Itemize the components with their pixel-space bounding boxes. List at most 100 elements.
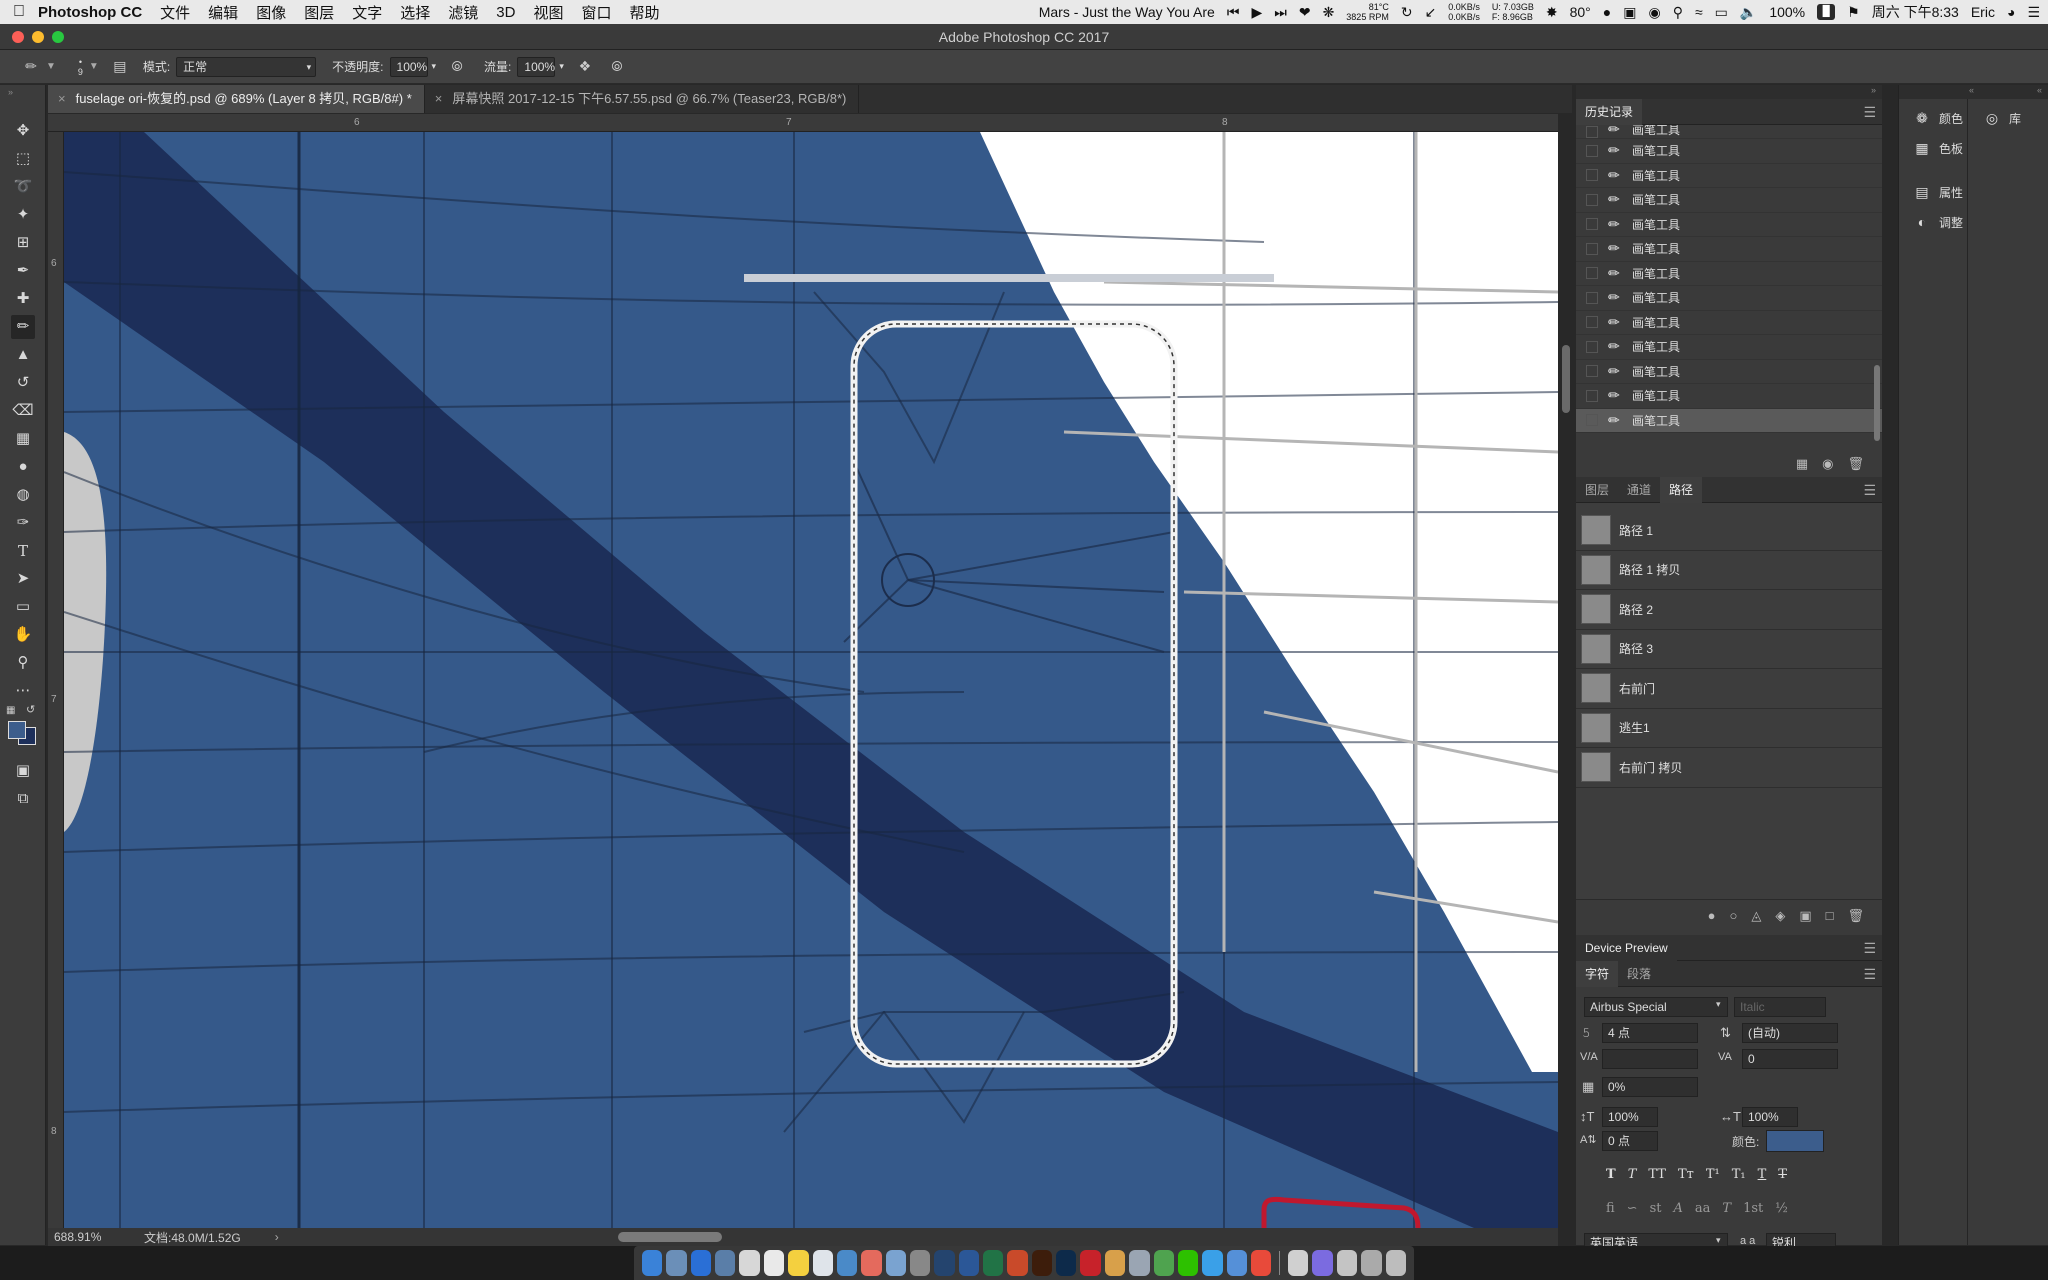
- sync-icon[interactable]: ↻: [1401, 4, 1413, 21]
- path-item[interactable]: 右前门 拷贝: [1576, 748, 1882, 788]
- notes-icon[interactable]: [788, 1250, 809, 1276]
- healing-tool-icon[interactable]: ✚: [11, 287, 35, 311]
- downloads-stack-icon[interactable]: [1288, 1250, 1309, 1276]
- stroke-path-icon[interactable]: ○: [1729, 908, 1737, 923]
- quick-mask-icon[interactable]: ▣: [11, 759, 35, 783]
- strikethrough-button[interactable]: T: [1778, 1167, 1787, 1182]
- menu-image[interactable]: 图像: [256, 2, 286, 23]
- leading-input[interactable]: (自动): [1742, 1023, 1838, 1043]
- half-fraction-button[interactable]: ½: [1775, 1201, 1788, 1216]
- menu-filter[interactable]: 滤镜: [448, 2, 478, 23]
- library-collapse-icon[interactable]: «: [2037, 85, 2042, 95]
- move-tool-icon[interactable]: ✥: [11, 119, 35, 143]
- mode-select[interactable]: 正常 ▾: [176, 56, 317, 77]
- font-family-select[interactable]: Airbus Special: [1584, 997, 1728, 1017]
- path-item[interactable]: 右前门: [1576, 669, 1882, 709]
- history-item[interactable]: ✏ 画笔工具: [1576, 164, 1882, 188]
- titling-alternates-button[interactable]: aa: [1695, 1201, 1711, 1216]
- menu-type[interactable]: 文字: [352, 2, 382, 23]
- excel-icon[interactable]: [983, 1250, 1004, 1276]
- wechat-dock-icon[interactable]: [1177, 1250, 1199, 1276]
- screen-mode-icon[interactable]: ⧉: [11, 787, 35, 811]
- history-item[interactable]: ✏ 画笔工具: [1576, 213, 1882, 237]
- menu-window[interactable]: 窗口: [581, 2, 611, 23]
- history-item[interactable]: ✏ 画笔工具: [1576, 237, 1882, 262]
- maps-icon[interactable]: [836, 1250, 858, 1276]
- mini-library[interactable]: ◎ 库: [1969, 103, 2021, 133]
- photos-icon[interactable]: [861, 1250, 882, 1276]
- dock-app-icon[interactable]: [1226, 1250, 1247, 1276]
- apple-icon[interactable]: : [0, 3, 38, 21]
- app-name-menu[interactable]: Photoshop CC: [38, 4, 142, 21]
- calendar-icon[interactable]: [763, 1250, 785, 1276]
- dodge-tool-icon[interactable]: ◍: [11, 483, 35, 507]
- hand-tool-icon[interactable]: ✋: [11, 623, 35, 647]
- kerning-input[interactable]: [1602, 1049, 1698, 1069]
- trash-icon[interactable]: [1385, 1250, 1406, 1276]
- fan-icon[interactable]: ❋: [1323, 4, 1335, 21]
- temp-rpm-readout[interactable]: 81°C 3825 RPM: [1346, 2, 1389, 22]
- history-item[interactable]: ✏ 画笔工具: [1576, 360, 1882, 384]
- crop-tool-icon[interactable]: ⊞: [11, 231, 35, 255]
- mail-icon[interactable]: [715, 1250, 736, 1276]
- resize-icon[interactable]: ↙: [1425, 4, 1437, 21]
- search-icon[interactable]: ⚲: [1673, 4, 1683, 21]
- minimize-window-button[interactable]: [32, 31, 44, 43]
- history-item-current[interactable]: ✏ 画笔工具: [1576, 408, 1882, 433]
- input-flag-icon[interactable]: ⚑: [1847, 4, 1860, 21]
- photoshop-icon[interactable]: [1056, 1250, 1077, 1276]
- flow-input[interactable]: 100%: [517, 56, 556, 77]
- dock-app-icon[interactable]: [1129, 1250, 1150, 1276]
- menu-3d[interactable]: 3D: [496, 4, 515, 21]
- font-family-dropdown-icon[interactable]: ▾: [1716, 999, 1721, 1010]
- menu-layer[interactable]: 图层: [304, 2, 334, 23]
- steam-icon[interactable]: [934, 1250, 955, 1276]
- swap-colors-icon[interactable]: ↺: [26, 703, 35, 716]
- system-prefs-icon[interactable]: [909, 1250, 931, 1276]
- history-scrollbar-thumb[interactable]: [1874, 365, 1880, 441]
- dock-folder-icon[interactable]: [1336, 1250, 1358, 1276]
- memory-readout[interactable]: U: 7.03GB F: 8.96GB: [1492, 2, 1534, 22]
- user-name[interactable]: Eric: [1971, 4, 1995, 20]
- close-tab-icon[interactable]: ×: [435, 91, 443, 106]
- doc-tab-screenshot[interactable]: × 屏幕快照 2017-12-15 下午6.57.55.psd @ 66.7% (…: [425, 85, 860, 113]
- new-document-from-state-icon[interactable]: ▦: [1796, 456, 1808, 472]
- history-item[interactable]: ✏ 画笔工具: [1576, 125, 1882, 139]
- default-colors-icon[interactable]: ▦: [6, 705, 15, 716]
- fill-path-icon[interactable]: ●: [1708, 908, 1716, 923]
- panel-menu-icon[interactable]: ☰: [1863, 940, 1876, 957]
- rectangle-tool-icon[interactable]: ▭: [11, 595, 35, 619]
- tab-paragraph[interactable]: 段落: [1618, 961, 1660, 987]
- font-size-input[interactable]: 4 点: [1602, 1023, 1698, 1043]
- magic-wand-tool-icon[interactable]: ✦: [11, 203, 35, 227]
- small-caps-button[interactable]: Tт: [1678, 1167, 1694, 1182]
- qq-icon[interactable]: ●: [1603, 4, 1611, 20]
- path-item[interactable]: 路径 1 拷贝: [1576, 551, 1882, 590]
- play-icon[interactable]: ▶: [1251, 4, 1262, 21]
- snapshot-camera-icon[interactable]: ◉: [1822, 456, 1833, 472]
- next-track-icon[interactable]: ⏭: [1274, 4, 1287, 21]
- delete-path-icon[interactable]: 🗑: [1847, 908, 1864, 924]
- foreground-color-swatch[interactable]: [8, 721, 26, 739]
- eraser-tool-icon[interactable]: ⌫: [11, 399, 35, 423]
- reminders-icon[interactable]: [812, 1250, 833, 1276]
- brush-tool-icon[interactable]: ✏: [11, 315, 35, 339]
- wifi-icon[interactable]: ≈: [1695, 4, 1703, 20]
- path-item[interactable]: 路径 1: [1576, 511, 1882, 551]
- path-item[interactable]: 路径 2: [1576, 590, 1882, 630]
- notification-icon[interactable]: ☰: [2027, 4, 2040, 21]
- dock-folder-icon[interactable]: [1312, 1250, 1333, 1276]
- text-color-swatch[interactable]: [1766, 1130, 1824, 1152]
- chrome-icon[interactable]: [1153, 1250, 1174, 1276]
- type-tool-icon[interactable]: T: [11, 539, 35, 563]
- tab-layers[interactable]: 图层: [1576, 477, 1618, 503]
- opacity-dropdown-icon[interactable]: ▾: [432, 61, 437, 72]
- status-menu-arrow-icon[interactable]: ›: [275, 1230, 279, 1244]
- panel-collapse-icon[interactable]: »: [1871, 85, 1876, 95]
- discretionary-ligature-button[interactable]: ∽: [1627, 1201, 1638, 1216]
- tab-history[interactable]: 历史记录: [1576, 98, 1643, 125]
- font-style-select[interactable]: Italic: [1734, 997, 1826, 1017]
- history-item[interactable]: ✏ 画笔工具: [1576, 188, 1882, 213]
- weather-icon[interactable]: ✸: [1546, 4, 1558, 21]
- preview-icon[interactable]: [885, 1250, 906, 1276]
